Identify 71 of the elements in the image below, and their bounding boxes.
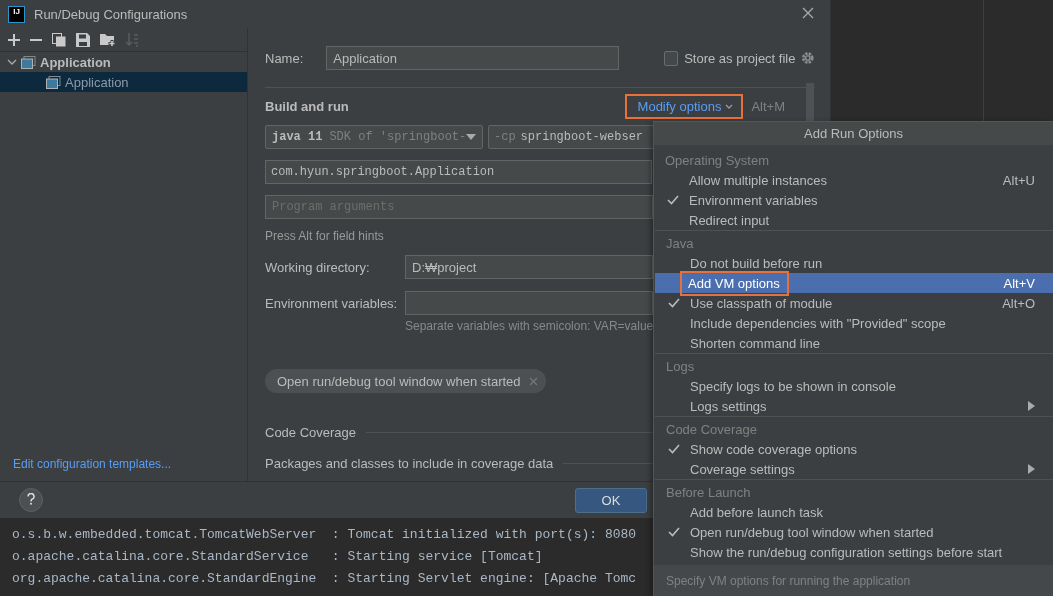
- copy-icon[interactable]: [52, 32, 66, 47]
- shortcut-label: Alt+M: [751, 99, 785, 114]
- settings-icon[interactable]: [801, 51, 815, 65]
- section-heading: Before Launch: [665, 483, 752, 502]
- store-label: Store as project file: [684, 50, 796, 66]
- menu-item[interactable]: Coverage settings: [655, 459, 1053, 479]
- jre-dropdown[interactable]: java 11 SDK of 'springboot-: [265, 125, 483, 149]
- ok-button[interactable]: OK: [575, 487, 647, 513]
- menu-item[interactable]: Environment variables: [654, 190, 1053, 210]
- menu-item[interactable]: Open run/debug tool window when started: [655, 522, 1053, 542]
- section-heading: Operating System: [664, 151, 771, 170]
- menu-item[interactable]: Redirect input: [654, 210, 1053, 230]
- folder-add-icon[interactable]: [100, 32, 116, 47]
- log-source: o.apache.catalina.core.StandardService: [12, 548, 310, 564]
- jre-version: java 11: [272, 130, 323, 144]
- main-class-field[interactable]: com.hyun.springboot.Application: [265, 160, 652, 184]
- templates-link[interactable]: Edit configuration templates...: [0, 457, 247, 481]
- name-label: Name:: [265, 50, 304, 66]
- section-title: Packages and classes to include in coverage data: [265, 456, 554, 471]
- log-source: o.s.b.w.embedded.tomcat.TomcatWebServer: [12, 526, 318, 542]
- status-hint: Specify VM options for running the application: [654, 565, 1053, 596]
- environment-variables-label: Environment variables:: [265, 295, 399, 311]
- section-heading: Logs: [665, 357, 696, 376]
- hint-text: Press Alt for field hints: [265, 229, 384, 243]
- menu-item[interactable]: Do not build before run: [655, 253, 1053, 273]
- close-icon[interactable]: [802, 7, 814, 19]
- window-icon: [46, 75, 61, 89]
- tree-item[interactable]: Application: [0, 72, 247, 92]
- menu-item[interactable]: Add before launch task: [655, 502, 1053, 522]
- section-heading: Code Coverage: [665, 420, 759, 439]
- app-logo: IJ: [8, 5, 25, 23]
- dropdown-arrow-icon: [466, 134, 476, 140]
- classpath-prefix: -cp: [494, 130, 516, 144]
- working-directory-label: Working directory:: [265, 259, 371, 275]
- log-message: : Starting service [Tomcat]: [331, 548, 543, 564]
- menu-item[interactable]: Allow multiple instances Alt+U: [654, 170, 1053, 190]
- menu-item[interactable]: Specify logs to be shown in console: [655, 376, 1053, 396]
- jre-detail: SDK of 'springboot-: [329, 130, 466, 144]
- menu-item[interactable]: Shorten command line: [655, 333, 1053, 353]
- field-note: Separate variables with semicolon: VAR=value: [405, 319, 654, 333]
- section-title: Code Coverage: [265, 425, 357, 440]
- tree-item[interactable]: Application: [0, 52, 247, 72]
- classpath-value: springboot-webser: [520, 130, 644, 144]
- section-heading: Java: [665, 234, 695, 253]
- log-source: org.apache.catalina.core.StandardEngine: [12, 570, 318, 586]
- help-icon: [26, 492, 36, 505]
- window-icon: [21, 55, 36, 69]
- working-directory-field[interactable]: D:₩project: [405, 255, 653, 279]
- name-field[interactable]: Application: [326, 46, 619, 70]
- modify-options-link[interactable]: Modify options: [624, 94, 744, 119]
- classpath-field[interactable]: -cp springboot-webser: [488, 125, 655, 149]
- section-title: Build and run: [265, 99, 350, 114]
- log-message: : Starting Servlet engine: [Apache Tomc: [331, 570, 637, 586]
- menu-item[interactable]: Use classpath of module Alt+O: [655, 293, 1053, 313]
- window-title: Run/Debug Configurations: [34, 6, 188, 22]
- save-icon[interactable]: [76, 32, 90, 47]
- add-icon[interactable]: [8, 33, 20, 46]
- option-chip[interactable]: Open run/debug tool window when started: [265, 369, 546, 393]
- environment-variables-field[interactable]: [405, 291, 653, 315]
- popup-title: Add Run Options: [654, 122, 1053, 145]
- store-checkbox[interactable]: [663, 50, 679, 66]
- menu-item[interactable]: Include dependencies with "Provided" scope: [655, 313, 1053, 333]
- chevron-down-icon[interactable]: [7, 57, 17, 67]
- log-message: : Tomcat initialized with port(s): 8080: [331, 526, 637, 542]
- menu-item[interactable]: Logs settings: [655, 396, 1053, 416]
- chevron-down-icon: [725, 103, 734, 110]
- menu-item[interactable]: Add VM options Alt+V: [655, 273, 1053, 293]
- scrollbar-thumb[interactable]: [806, 83, 814, 121]
- help-button[interactable]: [19, 488, 43, 512]
- menu-item[interactable]: Show code coverage options: [655, 439, 1053, 459]
- menu-item[interactable]: Show the run/debug configuration settings before start: [655, 542, 1053, 562]
